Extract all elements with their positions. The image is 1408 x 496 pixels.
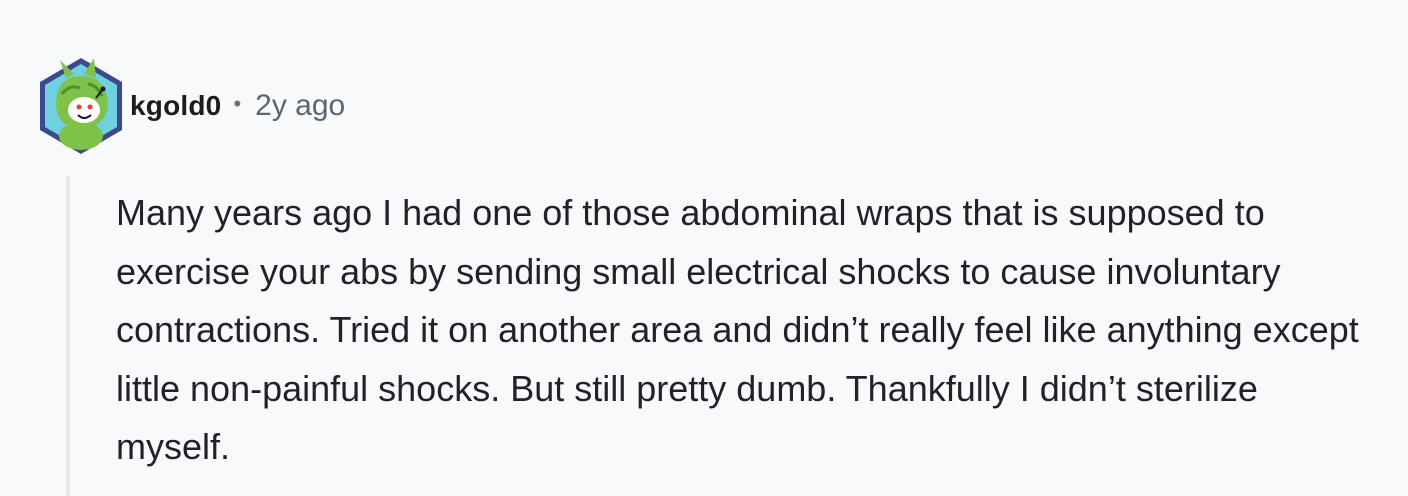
comment-body: Many years ago I had one of those abdomi… (116, 192, 1359, 467)
timestamp[interactable]: 2y ago (255, 89, 345, 123)
user-avatar-icon[interactable] (36, 54, 126, 158)
comment-header: kgold0 • 2y ago (36, 54, 345, 158)
username[interactable]: kgold0 (130, 90, 221, 122)
separator-dot: • (233, 91, 242, 116)
comment: kgold0 • 2y ago Many years ago I had one… (0, 0, 1408, 496)
thread-line[interactable] (66, 176, 70, 496)
